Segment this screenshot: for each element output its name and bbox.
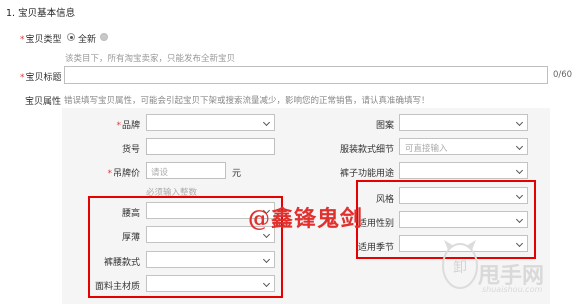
item-type-label-row: *宝贝类型 xyxy=(20,32,62,45)
pants-function-select[interactable] xyxy=(399,162,528,179)
required-star: * xyxy=(20,35,25,45)
brand-label-row: *品牌 xyxy=(80,118,140,131)
svg-text:卸: 卸 xyxy=(453,260,467,276)
required-star: * xyxy=(116,121,121,131)
item-type-label: 宝贝类型 xyxy=(25,35,62,45)
price-label: 吊牌价 xyxy=(112,169,140,179)
item-no-input[interactable] xyxy=(146,138,275,155)
item-type-other-radio[interactable] xyxy=(100,33,108,41)
chevron-down-icon xyxy=(262,118,271,126)
brand-select[interactable] xyxy=(146,114,275,131)
chevron-down-icon xyxy=(515,118,524,126)
pattern-select[interactable] xyxy=(399,114,528,131)
attributes-label: 宝贝属性 xyxy=(25,97,62,107)
item-type-hint: 该类目下，所有淘宝卖家，只能发布全新宝贝 xyxy=(65,54,236,64)
site-logo-icon: 卸 xyxy=(440,236,480,296)
item-title-label: 宝贝标题 xyxy=(25,73,62,83)
pattern-label: 图案 xyxy=(375,121,394,131)
item-title-input[interactable] xyxy=(64,66,548,84)
pants-function-label: 裤子功能用途 xyxy=(339,169,394,179)
item-type-new-label[interactable]: 全新 xyxy=(78,32,96,45)
brand-label: 品牌 xyxy=(121,121,140,131)
price-placeholder: 请设 xyxy=(151,168,169,178)
clothing-style-detail-select[interactable]: 可直接输入 xyxy=(399,138,528,155)
clothing-style-detail-label: 服装款式细节 xyxy=(339,145,394,155)
required-star: * xyxy=(20,73,25,83)
chevron-down-icon xyxy=(515,166,524,174)
item-title-label-row: *宝贝标题 xyxy=(20,70,62,83)
price-input[interactable]: 请设 xyxy=(146,162,226,179)
clothing-style-detail-placeholder: 可直接输入 xyxy=(405,144,448,154)
price-unit: 元 xyxy=(232,169,242,179)
watermark-signature: @鑫锋鬼剑 xyxy=(248,206,364,232)
item-no-label: 货号 xyxy=(121,145,140,155)
item-title-counter: 0/60 xyxy=(553,70,573,80)
attributes-hint: 错误填写宝贝属性，可能会引起宝贝下架或搜索流量减少，影响您的正常销售，请认真准确… xyxy=(64,96,430,106)
price-label-row: *吊牌价 xyxy=(80,166,140,179)
item-publish-form: 1. 宝贝基本信息 *宝贝类型 全新 该类目下，所有淘宝卖家，只能发布全新宝贝 … xyxy=(0,0,582,304)
site-logo-url: shuaishou.com xyxy=(482,285,543,294)
chevron-down-icon xyxy=(515,142,524,150)
section-title: 1. 宝贝基本信息 xyxy=(6,8,76,19)
required-star: * xyxy=(107,169,112,179)
item-type-new-radio[interactable] xyxy=(67,33,75,41)
